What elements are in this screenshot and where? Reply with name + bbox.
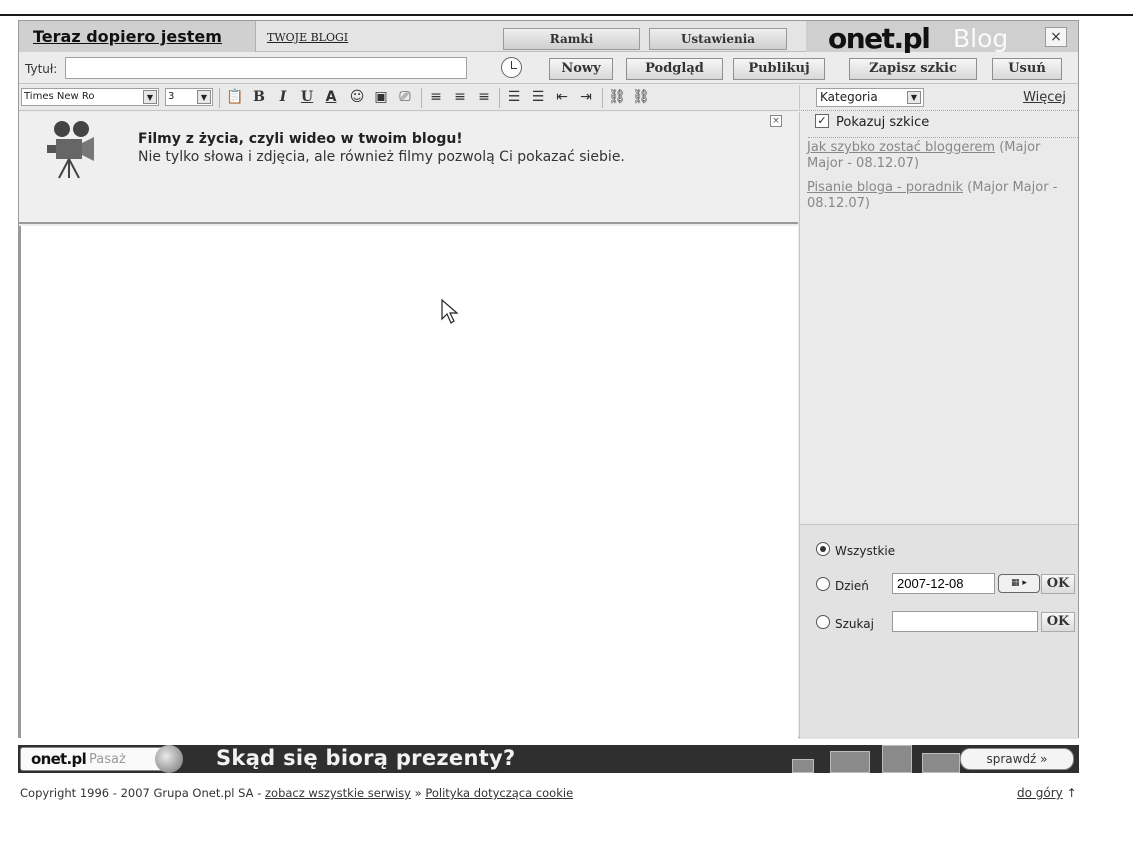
search-ok-button[interactable]: OK [1041,612,1075,632]
unordered-list-icon[interactable]: ☰ [529,88,547,107]
radio-all[interactable] [816,542,830,556]
header-bar: Teraz dopiero jestem TWOJE BLOGI Ramki U… [19,21,1078,55]
emoticon-icon[interactable]: ☺ [348,88,366,107]
ornament-icon [155,745,183,773]
new-button[interactable]: Nowy [549,58,613,80]
publish-button[interactable]: Publikuj [733,58,825,80]
radio-search[interactable] [816,615,830,629]
onet-logo: onet.pl [828,22,931,55]
date-input[interactable] [892,573,995,594]
footer-separator: » [410,786,426,800]
delete-button[interactable]: Usuń [992,58,1062,80]
category-select[interactable]: Kategoria ▼ [816,88,924,107]
font-size-select[interactable]: 3 ▼ [165,88,213,106]
pasaz-logo: onet.pl Pasaż [20,747,170,771]
category-select-value: Kategoria [820,90,878,104]
back-to-top-link[interactable]: do góry [1017,786,1063,800]
font-size-value: 3 [168,91,175,102]
paste-icon[interactable]: 📋 [226,88,244,107]
underline-icon[interactable]: U [298,88,316,107]
title-label: Tytuł: [25,62,58,76]
draft-item: Pisanie bloga - poradnik (Major Major - … [807,180,1069,212]
arrow-up-icon: ↑ [1066,786,1077,800]
filter-panel: Wszystkie Dzień ▦ ▸ OK Szukaj OK [799,524,1078,739]
radio-day[interactable] [816,577,830,591]
ordered-list-icon[interactable]: ☰ [505,88,523,107]
top-divider [0,14,1133,16]
align-center-icon[interactable]: ≡ [451,88,469,107]
all-services-link[interactable]: zobacz wszystkie serwisy [265,786,411,800]
title-input[interactable] [65,57,467,79]
video-promo: Filmy z życia, czyli wideo w twoim blogu… [19,112,798,224]
align-left-icon[interactable]: ≡ [427,88,445,107]
banner-onet-logo: onet.pl [31,750,87,768]
banner-headline: Skąd się biorą prezenty? [216,746,516,770]
your-blogs-link[interactable]: TWOJE BLOGI [267,31,348,44]
divider [808,137,1078,138]
align-right-icon[interactable]: ≡ [475,88,493,107]
indent-icon[interactable]: ⇥ [577,88,595,107]
sidebar-header: Kategoria ▼ Więcej [799,85,1078,111]
frames-button[interactable]: Ramki [503,28,640,50]
radio-day-label: Dzień [835,579,869,593]
remove-link-icon[interactable]: ⛓ [632,88,650,107]
toolbar-separator [602,88,603,108]
check-button[interactable]: sprawdź » [960,748,1074,770]
blog-logo-text: Blog [953,24,1009,53]
font-family-select[interactable]: Times New Ro ▼ [21,88,159,106]
draft-item: Jak szybko zostać bloggerem (Major Major… [807,140,1069,172]
banner-pasaz-label: Pasaż [89,752,126,767]
italic-icon[interactable]: I [274,88,292,107]
blog-editor-window: Teraz dopiero jestem TWOJE BLOGI Ramki U… [18,20,1079,739]
close-icon[interactable]: × [770,115,782,127]
onet-blog-logo-area: onet.pl Blog × [806,21,1078,55]
cookie-policy-link[interactable]: Polityka dotycząca cookie [425,786,573,800]
tab-current-blog[interactable]: Teraz dopiero jestem [19,21,256,52]
draft-link[interactable]: Jak szybko zostać bloggerem [807,140,995,155]
chevron-down-icon: ▼ [143,90,157,104]
copyright-text: Copyright 1996 - 2007 Grupa Onet.pl SA - [20,786,265,800]
show-drafts-checkbox[interactable]: ✓ [815,114,829,128]
title-row: Tytuł: Nowy Podgląd Publikuj Zapisz szki… [19,53,1078,84]
back-to-top: do góry ↑ [1017,786,1077,800]
show-drafts-label: Pokazuj szkice [836,115,930,130]
day-ok-button[interactable]: OK [1041,574,1075,594]
video-icon[interactable]: ⎚ [396,88,414,107]
chevron-down-icon: ▼ [197,90,211,104]
search-input[interactable] [892,611,1038,632]
more-link[interactable]: Więcej [1023,90,1066,105]
promo-title: Filmy z życia, czyli wideo w twoim blogu… [138,131,463,147]
calendar-icon[interactable]: ▦ ▸ [998,574,1040,593]
bold-icon[interactable]: B [250,88,268,107]
mouse-pointer-icon [441,299,459,324]
image-icon[interactable]: ▣ [372,88,390,107]
clock-icon[interactable] [501,57,522,78]
ad-banner[interactable]: onet.pl Pasaż Skąd się biorą prezenty? s… [18,745,1079,773]
radio-search-label: Szukaj [835,617,874,631]
toolbar-separator [219,88,220,108]
tab-current-blog-label[interactable]: Teraz dopiero jestem [33,27,222,46]
insert-link-icon[interactable]: ⛓ [608,88,626,107]
text-color-icon[interactable]: A [322,88,340,107]
outdent-icon[interactable]: ⇤ [553,88,571,107]
film-camera-icon [47,121,94,179]
draft-link[interactable]: Pisanie bloga - poradnik [807,180,963,195]
toolbar-separator [421,88,422,108]
drafts-panel: ✓ Pokazuj szkice Jak szybko zostać blogg… [799,112,1078,524]
toolbar-separator [499,88,500,108]
radio-all-label: Wszystkie [835,544,896,558]
preview-button[interactable]: Podgląd [626,58,723,80]
promo-text: Nie tylko słowa i zdjęcia, ale również f… [138,149,625,165]
post-editor[interactable] [19,226,798,738]
font-family-value: Times New Ro [24,91,95,102]
settings-button[interactable]: Ustawienia [649,28,787,50]
footer: Copyright 1996 - 2007 Grupa Onet.pl SA -… [20,786,573,800]
chevron-down-icon: ▼ [907,91,921,104]
gifts-image [782,745,962,773]
save-draft-button[interactable]: Zapisz szkic [849,58,977,80]
close-icon[interactable]: × [1045,27,1067,47]
formatting-toolbar: Times New Ro ▼ 3 ▼ 📋 B I U A ☺ ▣ ⎚ ≡ ≡ ≡… [19,85,798,111]
